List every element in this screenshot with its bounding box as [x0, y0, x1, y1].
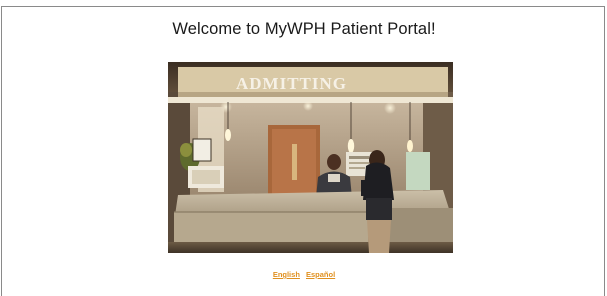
admitting-desk-photo: ADMITTING: [168, 62, 453, 253]
admitting-sign-text: ADMITTING: [236, 74, 347, 93]
language-link-english[interactable]: English: [273, 270, 300, 279]
language-link-espanol[interactable]: Español: [306, 270, 335, 279]
portal-frame: Welcome to MyWPH Patient Portal! ADMITTI…: [1, 6, 605, 296]
page-title: Welcome to MyWPH Patient Portal!: [172, 20, 436, 38]
language-selector: English Español: [2, 270, 606, 279]
